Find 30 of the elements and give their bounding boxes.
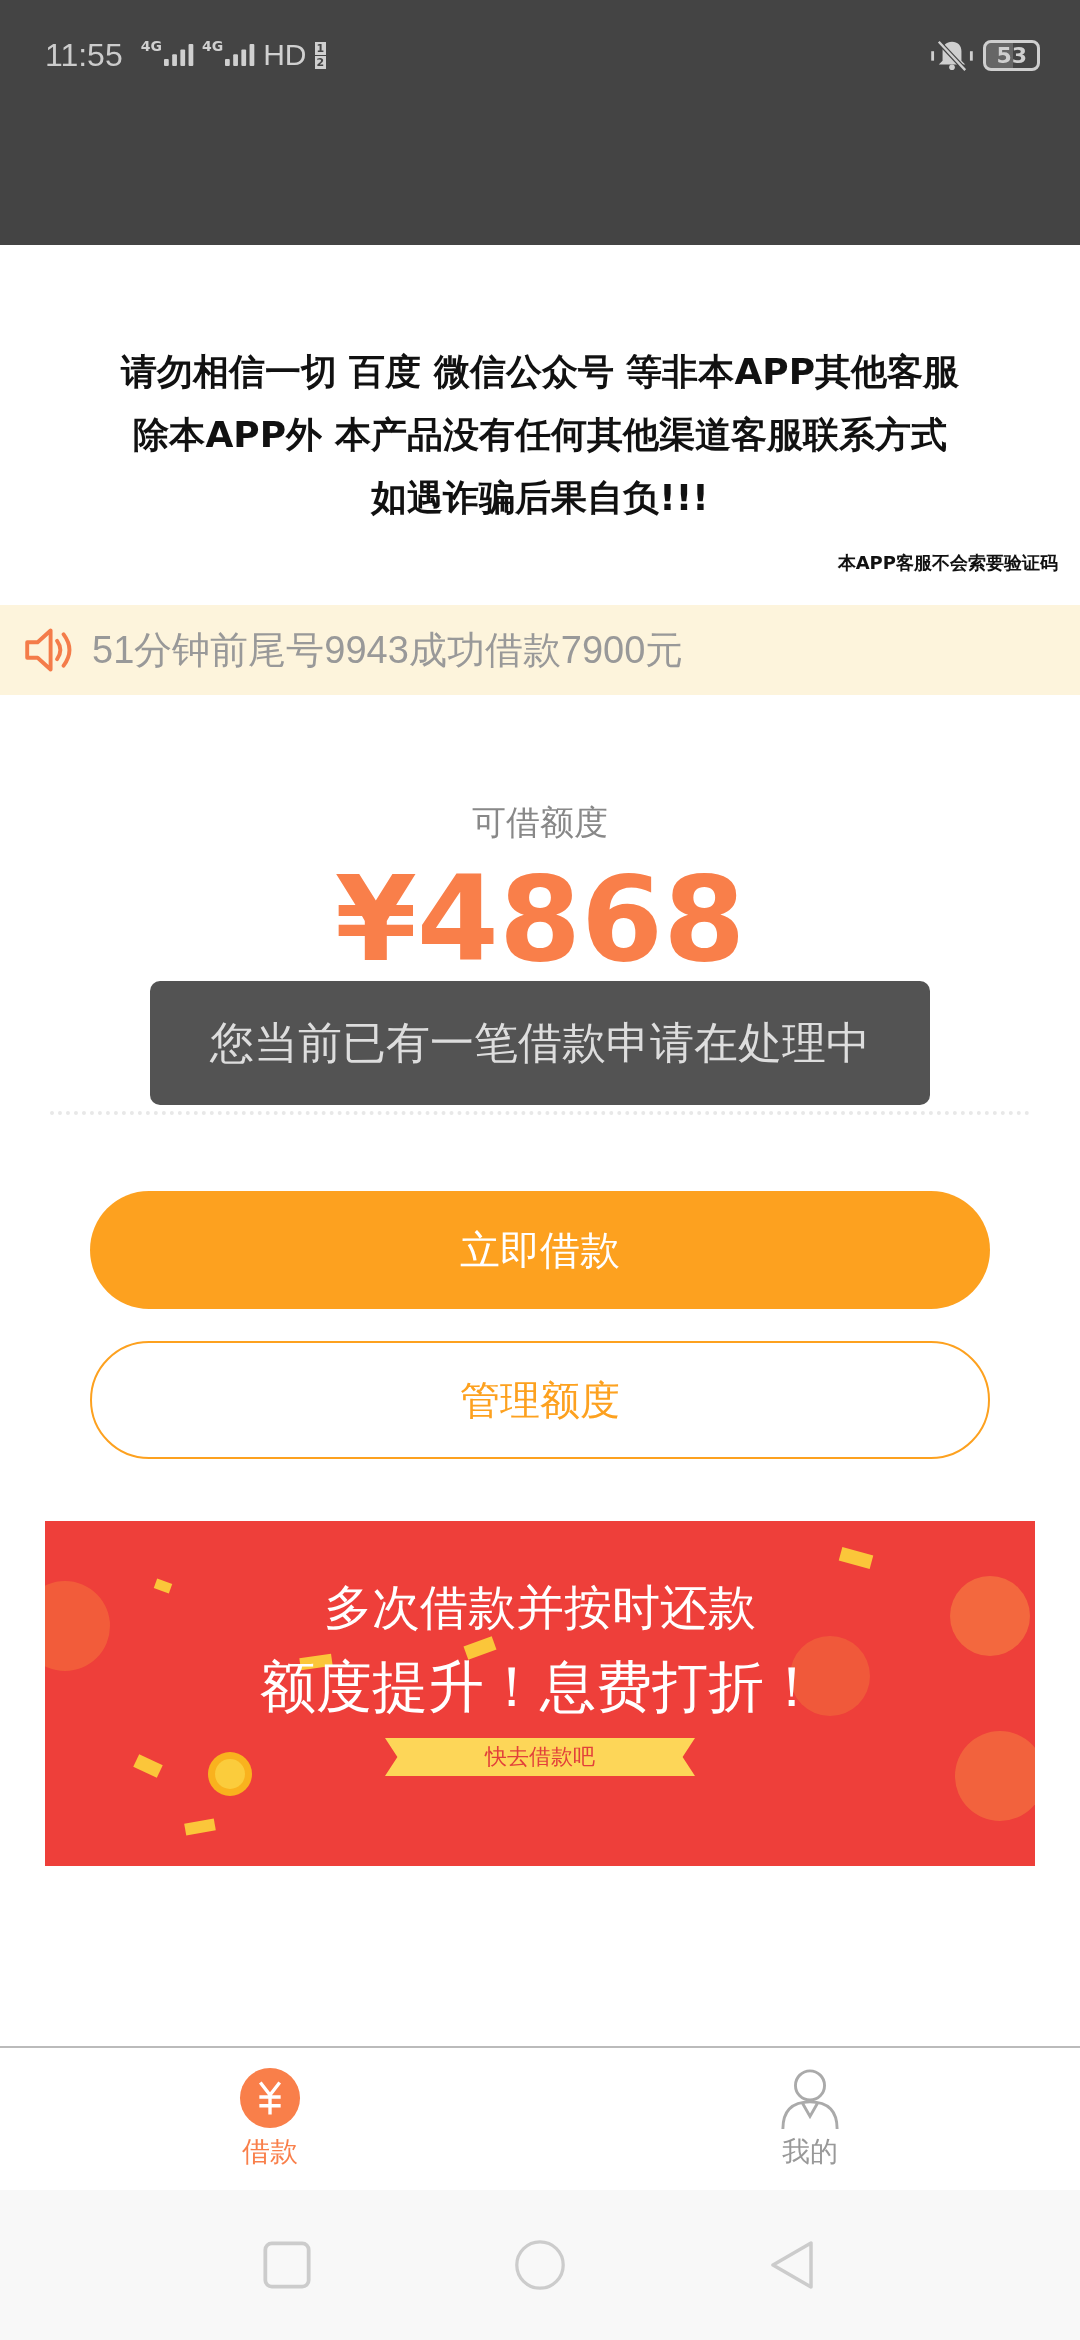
muted-bell-icon xyxy=(929,38,976,72)
manage-button[interactable]: 管理额度 xyxy=(90,1341,990,1459)
banner-ribbon: 快去借款吧 xyxy=(385,1738,695,1776)
tab-item[interactable]: 借款 xyxy=(170,2067,370,2171)
person-icon xyxy=(779,2067,841,2129)
network-type: 4G xyxy=(140,38,162,54)
signal-icon xyxy=(225,41,256,69)
network-type: 4G xyxy=(201,38,224,54)
banner-subheadline: 额度提升！息费打折！ xyxy=(260,1653,820,1721)
signal-icon xyxy=(163,41,194,69)
warning-footnote: 本APP客服不会索要验证码 xyxy=(837,551,1059,575)
sim-number: 1 xyxy=(314,41,327,55)
warning-text: 请勿相信一切 百度 微信公众号 等非本APP其他客服 xyxy=(120,350,960,394)
ticker-text: 51分钟前尾号9943成功借款7900元 xyxy=(92,627,684,673)
warning-text: 除本APP外 本产品没有任何其他渠道客服联系方式 xyxy=(133,413,947,457)
tab-item[interactable]: 我的 xyxy=(710,2067,910,2171)
home-icon[interactable] xyxy=(514,2239,566,2291)
hd-label: HD xyxy=(263,38,307,72)
borrow-button[interactable]: 立即借款 xyxy=(90,1191,990,1309)
sim-number: 2 xyxy=(314,55,327,69)
promo-banner[interactable]: 多次借款并按时还款 额度提升！息费打折！ 快去借款吧 xyxy=(45,1521,1035,1866)
credit-label: 可借额度 xyxy=(472,801,608,844)
credit-amount: ¥4868 xyxy=(334,860,746,978)
toast-message: 您当前已有一笔借款申请在处理中 xyxy=(150,981,930,1105)
battery-indicator: 53 xyxy=(983,39,1040,71)
status-time: 11:55 xyxy=(45,36,123,74)
recents-icon[interactable] xyxy=(260,2239,313,2291)
yen-icon xyxy=(239,2067,301,2129)
warning-text: 如遇诈骗后果自负!!! xyxy=(371,476,709,520)
banner-headline: 多次借款并按时还款 xyxy=(324,1578,756,1637)
